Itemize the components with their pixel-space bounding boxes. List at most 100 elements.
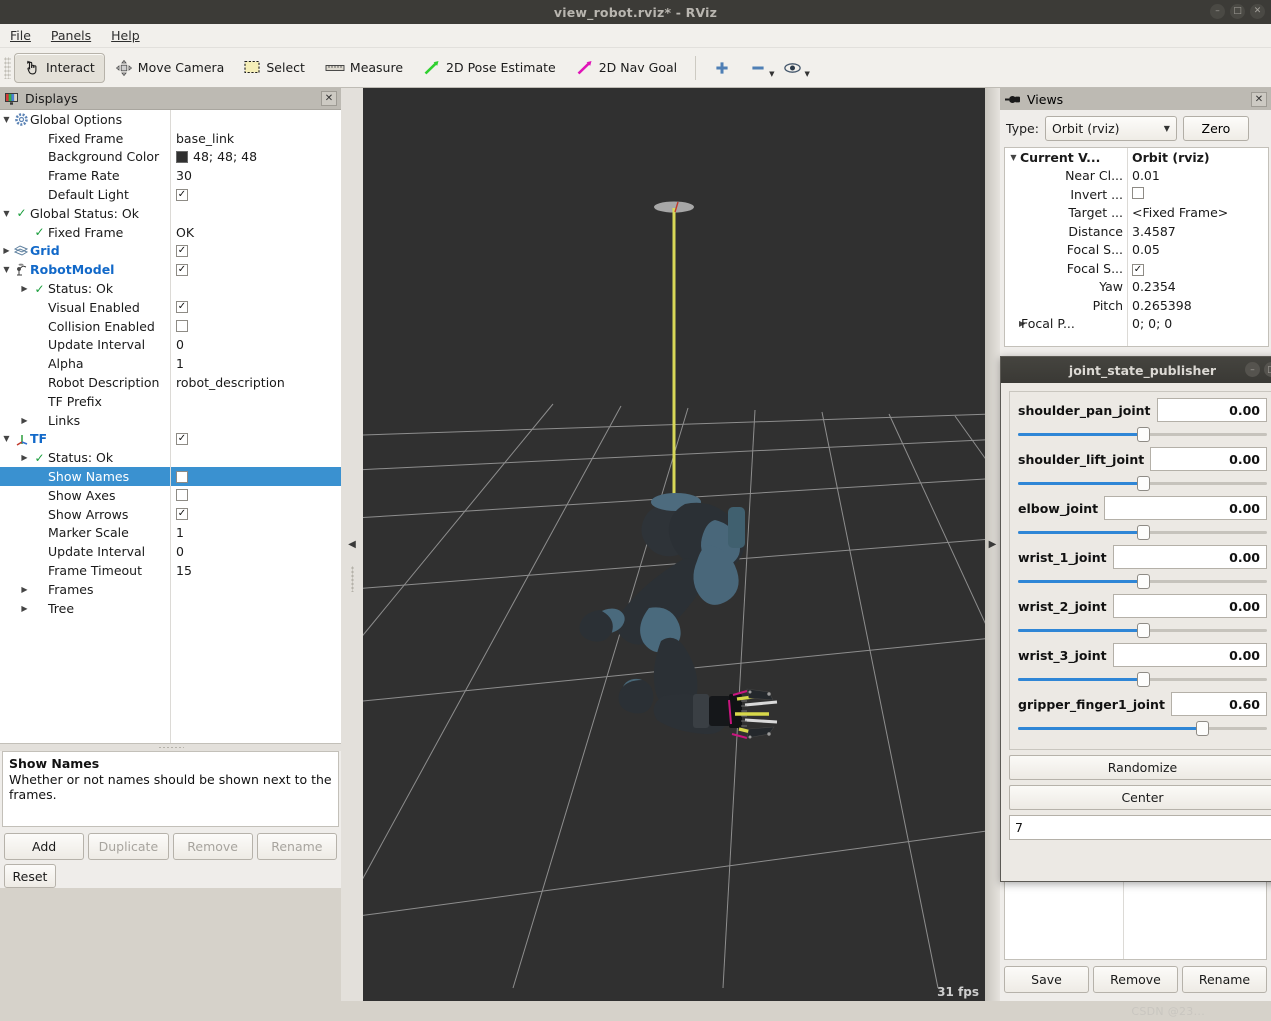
joint-value-input[interactable]: 0.00 — [1150, 447, 1267, 471]
views-row-focal-p[interactable]: ▶ Focal P... 0; 0; 0 — [1005, 315, 1268, 334]
chevron-down-icon-2[interactable]: ▼ — [805, 70, 810, 78]
joint-slider[interactable] — [1018, 669, 1267, 689]
expand-arrow-icon[interactable]: ▼ — [1005, 153, 1018, 162]
collapse-arrow-icon[interactable]: ▶ — [0, 246, 13, 255]
views-row-invert[interactable]: Invert ... — [1005, 185, 1268, 204]
maximize-icon[interactable]: □ — [1230, 4, 1245, 19]
display-row-value[interactable]: ✓ — [170, 432, 188, 445]
zero-button[interactable]: Zero — [1182, 116, 1249, 141]
joint-value-input[interactable]: 0.60 — [1170, 692, 1267, 716]
slider-handle[interactable] — [1136, 476, 1150, 491]
tool-measure[interactable]: Measure — [315, 53, 413, 83]
display-row-value[interactable] — [170, 470, 188, 483]
display-row-value[interactable]: 30 — [170, 168, 192, 183]
tool-add-panel[interactable] — [704, 53, 740, 83]
views-row-value[interactable]: 0.05 — [1127, 242, 1160, 257]
add-button[interactable]: Add — [4, 833, 85, 860]
joint-value-input[interactable]: 0.00 — [1112, 545, 1267, 569]
views-property-tree[interactable]: ▼ Current V... Orbit (rviz) Near Cl... 0.01 I… — [1004, 147, 1269, 347]
slider-handle[interactable] — [1136, 525, 1150, 540]
left-splitter[interactable]: ◀ — [341, 88, 363, 1001]
tool-interact[interactable]: Interact — [14, 52, 105, 83]
joint-slider[interactable] — [1018, 424, 1267, 444]
views-row-value[interactable]: 0.265398 — [1127, 298, 1192, 313]
display-row-value[interactable]: base_link — [170, 131, 234, 146]
slider-handle[interactable] — [1196, 721, 1210, 736]
joint-value-input[interactable]: 0.00 — [1156, 398, 1267, 422]
collapse-right-icon[interactable]: ▶ — [989, 539, 997, 550]
slider-handle[interactable] — [1136, 574, 1150, 589]
jsp-text-field[interactable]: 7 — [1009, 815, 1271, 840]
center-button[interactable]: Center — [1009, 785, 1271, 810]
tool-remove-panel[interactable]: ▼ — [740, 53, 779, 83]
tool-select[interactable]: Select — [234, 53, 315, 83]
collapse-arrow-icon[interactable]: ▶ — [1005, 319, 1025, 328]
expand-arrow-icon[interactable]: ▼ — [0, 265, 13, 274]
views-row-value[interactable]: ✓ — [1127, 260, 1144, 277]
rename-view-button[interactable]: Rename — [1182, 966, 1267, 993]
checkbox[interactable] — [176, 320, 188, 333]
checkbox[interactable]: ✓ — [1132, 264, 1144, 277]
jsp-minimize-icon[interactable]: – — [1245, 362, 1260, 377]
views-type-select[interactable]: Orbit (rviz) ▼ — [1044, 116, 1177, 141]
displays-tree[interactable]: ▼ Global Options Fixed Frame base_link Backg… — [0, 110, 341, 744]
collapse-arrow-icon[interactable]: ▶ — [18, 604, 31, 613]
display-row-value[interactable] — [170, 320, 188, 333]
displays-close-icon[interactable]: ✕ — [321, 91, 337, 106]
display-row-value[interactable]: ✓ — [170, 263, 188, 276]
views-row-near-cl[interactable]: Near Cl... 0.01 — [1005, 167, 1268, 186]
views-row-value[interactable]: Orbit (rviz) — [1127, 150, 1210, 165]
display-row-value[interactable]: robot_description — [170, 375, 285, 390]
views-row-value[interactable] — [1127, 186, 1144, 202]
color-swatch[interactable] — [176, 150, 188, 163]
toolbar-grip[interactable] — [4, 56, 11, 79]
slider-handle[interactable] — [1136, 672, 1150, 687]
checkbox[interactable]: ✓ — [176, 188, 188, 201]
views-row-current-v[interactable]: ▼ Current V... Orbit (rviz) — [1005, 148, 1268, 167]
tool-visibility[interactable]: ▼ — [780, 53, 822, 83]
display-row-value[interactable]: 0 — [170, 337, 184, 352]
display-row-value[interactable]: 1 — [170, 356, 184, 371]
joint-slider[interactable] — [1018, 620, 1267, 640]
jsp-title-bar[interactable]: joint_state_publisher – □ — [1001, 357, 1271, 383]
right-splitter[interactable]: ▶ — [985, 88, 1000, 1001]
views-row-value[interactable]: 0.2354 — [1127, 279, 1176, 294]
collapse-arrow-icon[interactable]: ▶ — [18, 284, 31, 293]
joint-slider[interactable] — [1018, 571, 1267, 591]
tool-move-camera[interactable]: Move Camera — [105, 53, 235, 83]
views-row-value[interactable]: 0.01 — [1127, 168, 1160, 183]
save-view-button[interactable]: Save — [1004, 966, 1089, 993]
chevron-down-icon[interactable]: ▼ — [769, 70, 774, 78]
joint-slider[interactable] — [1018, 522, 1267, 542]
display-row-value[interactable] — [170, 489, 188, 502]
display-row-value[interactable]: 0 — [170, 544, 184, 559]
menu-file[interactable]: File — [0, 26, 41, 45]
menu-panels[interactable]: Panels — [41, 26, 101, 45]
joint-value-input[interactable]: 0.00 — [1112, 594, 1267, 618]
collapse-arrow-icon[interactable]: ▶ — [18, 585, 31, 594]
displays-splitter[interactable] — [0, 744, 341, 751]
views-close-icon[interactable]: ✕ — [1251, 91, 1267, 107]
checkbox[interactable] — [176, 489, 188, 502]
display-row-value[interactable]: ✓ — [170, 188, 188, 201]
checkbox[interactable]: ✓ — [176, 508, 188, 521]
expand-arrow-icon[interactable]: ▼ — [0, 115, 13, 124]
menu-help[interactable]: Help — [101, 26, 150, 45]
collapse-arrow-icon[interactable]: ▶ — [18, 416, 31, 425]
views-row-focal-s[interactable]: Focal S... 0.05 — [1005, 241, 1268, 260]
display-row-value[interactable]: 15 — [170, 563, 192, 578]
display-row-value[interactable]: 48; 48; 48 — [170, 149, 257, 164]
checkbox[interactable]: ✓ — [176, 432, 188, 445]
display-row-value[interactable]: 1 — [170, 525, 184, 540]
views-row-pitch[interactable]: Pitch 0.265398 — [1005, 296, 1268, 315]
checkbox[interactable]: ✓ — [176, 301, 188, 314]
collapse-left-icon[interactable]: ◀ — [348, 539, 356, 550]
joint-slider[interactable] — [1018, 473, 1267, 493]
joint-value-input[interactable]: 0.00 — [1104, 496, 1267, 520]
views-row-focal-s[interactable]: Focal S... ✓ — [1005, 259, 1268, 278]
checkbox[interactable] — [176, 470, 188, 483]
saved-views-list[interactable] — [1004, 870, 1267, 960]
slider-handle[interactable] — [1136, 427, 1150, 442]
display-row-value[interactable]: ✓ — [170, 301, 188, 314]
joint-value-input[interactable]: 0.00 — [1112, 643, 1267, 667]
